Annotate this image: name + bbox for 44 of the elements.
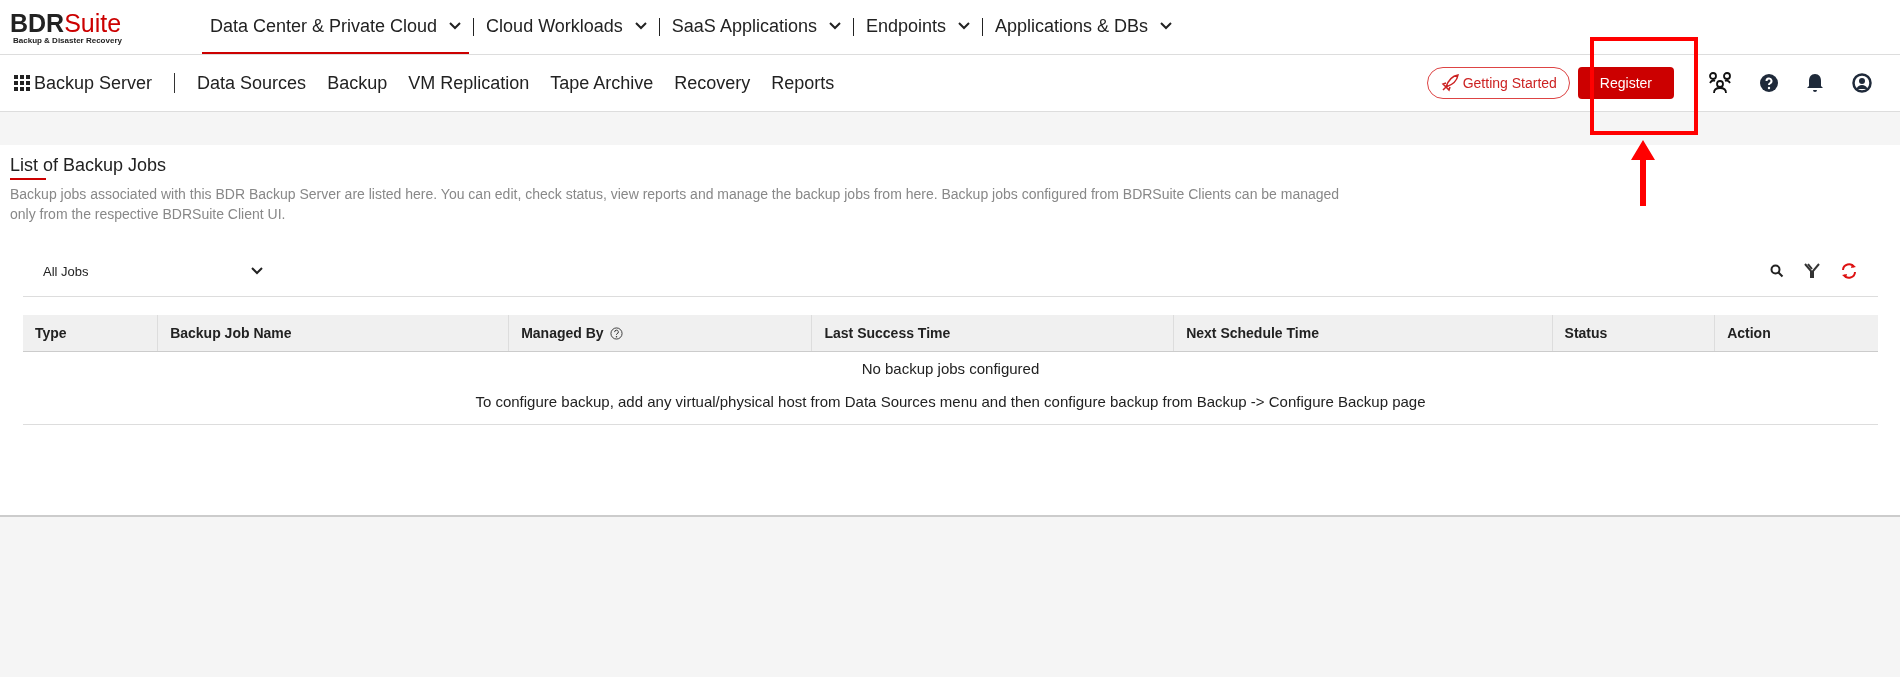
chevron-down-icon <box>251 267 263 275</box>
column-header: Action <box>1714 315 1878 352</box>
rocket-icon <box>1439 73 1460 93</box>
annotation-arrow <box>1631 140 1655 206</box>
logo-tagline: Backup & Disaster Recovery <box>12 35 123 45</box>
register-button[interactable]: Register <box>1577 67 1674 99</box>
column-header: Last Success Time <box>811 315 1174 352</box>
chevron-down-icon <box>449 22 462 30</box>
user-account-icon[interactable] <box>1852 73 1872 93</box>
top-nav-tab[interactable]: Endpoints <box>857 0 978 54</box>
column-header: Next Schedule Time <box>1173 315 1553 352</box>
sub-nav-link[interactable]: Backup <box>327 72 388 94</box>
sub-nav-link[interactable]: VM Replication <box>408 72 530 94</box>
page-description: Backup jobs associated with this BDR Backup Server are listed here. You can edit, check status, view reports and manage the backup jobs from here. Backup jobs configured from BDRSuite Clients can be managed only from the respective BDRSuite Client UI. <box>10 185 1340 224</box>
empty-state-title: No backup jobs configured <box>861 360 1040 377</box>
sub-nav-link[interactable]: Data Sources <box>197 72 307 94</box>
job-filter-dropdown[interactable]: All Jobs <box>23 263 271 279</box>
top-nav-tab[interactable]: Applications & DBs <box>987 0 1181 54</box>
help-icon[interactable] <box>1760 74 1778 92</box>
page-title: List of Backup Jobs <box>10 155 167 175</box>
empty-state-hint: To configure backup, add any virtual/physical host from Data Sources menu and then configure backup from Backup -> Configure Backup page <box>475 393 1426 410</box>
people-group-icon[interactable] <box>1708 71 1732 95</box>
app-grid-icon[interactable] <box>14 75 30 91</box>
sub-nav-link[interactable]: Recovery <box>674 72 751 94</box>
chevron-down-icon <box>634 22 647 30</box>
sub-nav-link[interactable]: Tape Archive <box>550 72 654 94</box>
top-nav-tab[interactable]: SaaS Applications <box>663 0 849 54</box>
column-header: Managed By <box>521 325 604 341</box>
section-title: Backup Server <box>34 72 153 94</box>
chevron-down-icon <box>958 22 970 30</box>
bell-icon[interactable] <box>1806 73 1824 93</box>
logo-wordmark: BDRSuite <box>10 9 123 36</box>
column-header: Backup Job Name <box>157 315 509 352</box>
help-circle-icon[interactable] <box>609 326 623 340</box>
sub-nav-link[interactable]: Reports <box>771 72 835 94</box>
chevron-down-icon <box>1160 22 1173 30</box>
chevron-down-icon <box>828 22 841 30</box>
column-header: Type <box>23 315 158 352</box>
search-icon[interactable] <box>1770 264 1784 278</box>
top-nav-tab[interactable]: Cloud Workloads <box>478 0 655 54</box>
filter-icon[interactable] <box>1804 263 1820 279</box>
refresh-icon[interactable] <box>1840 263 1858 279</box>
column-header: Status <box>1552 315 1715 352</box>
getting-started-button[interactable]: Getting Started <box>1426 67 1570 99</box>
